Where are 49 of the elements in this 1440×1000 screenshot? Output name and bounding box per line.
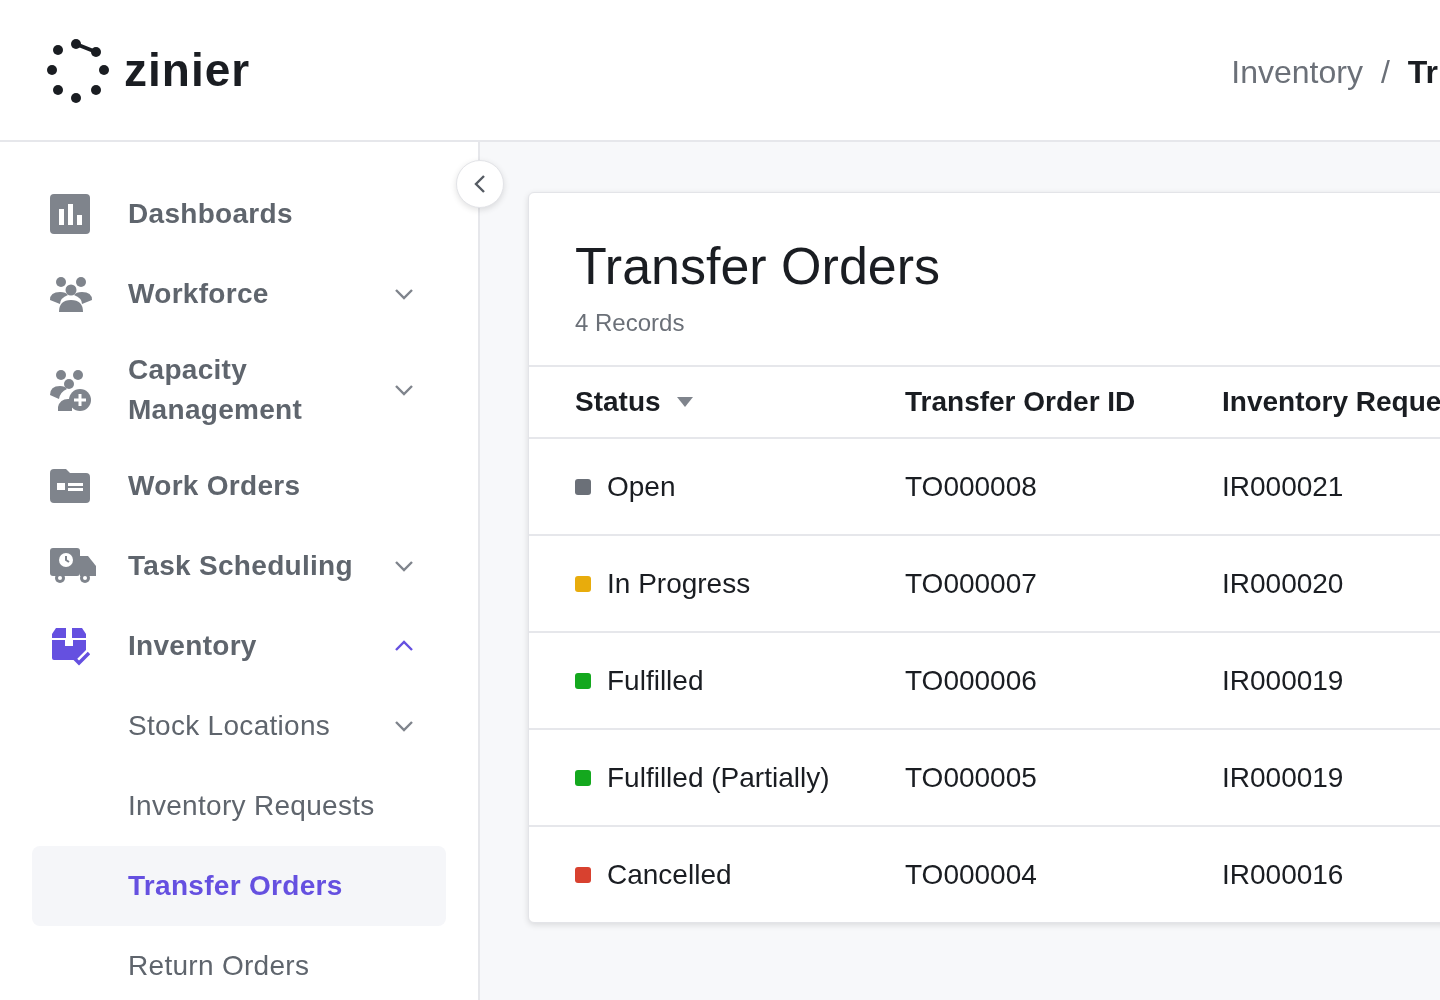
nav-item[interactable]: Inventory — [32, 606, 446, 686]
logo-icon — [46, 36, 110, 104]
nav-item[interactable]: Inventory Requests — [32, 766, 446, 846]
page-title: Transfer Orders — [575, 236, 942, 297]
chevron-up-icon — [394, 640, 414, 652]
chevron-down-icon — [394, 288, 414, 300]
table-cell: IR000020 — [1222, 567, 1344, 600]
nav-item[interactable]: Task Scheduling — [32, 526, 446, 606]
table-cell: TO000004 — [905, 858, 1037, 891]
nav-item[interactable]: Transfer Orders — [32, 846, 446, 926]
table-cell: TO000007 — [905, 567, 1037, 600]
collapse-button[interactable] — [456, 160, 504, 208]
people-icon — [50, 276, 92, 312]
breadcrumb-separator: / — [1380, 53, 1390, 91]
chevron-down-icon — [394, 560, 414, 572]
status-text: Open — [607, 470, 676, 503]
sort-down-icon — [676, 397, 693, 407]
record-count: 4 Records — [575, 309, 686, 337]
nav-item[interactable]: Dashboards — [32, 174, 446, 254]
column-header[interactable]: Transfer Order ID — [905, 386, 1136, 418]
status-text: Fulfilled (Partially) — [607, 761, 830, 794]
chevron-down-icon — [394, 720, 414, 732]
column-header[interactable]: Status — [575, 386, 661, 418]
chevron-down-icon — [394, 384, 414, 396]
table-cell: IR000016 — [1222, 858, 1344, 891]
nav-item[interactable]: Capacity Management — [32, 334, 446, 446]
status-text: In Progress — [607, 567, 751, 600]
table-cell: IR000019 — [1222, 664, 1344, 697]
nav-item[interactable]: Return Orders — [32, 926, 446, 1000]
people-add-icon — [50, 369, 92, 411]
table-cell: IR000021 — [1222, 470, 1344, 503]
status-text: Fulfilled — [607, 664, 704, 697]
nav-item[interactable]: Workforce — [32, 254, 446, 334]
logo-text: zinier — [124, 43, 251, 97]
status-text: Cancelled — [607, 858, 732, 891]
table-cell: IR000019 — [1222, 761, 1344, 794]
nav-item[interactable]: Stock Locations — [32, 686, 446, 766]
column-header[interactable]: Inventory Reque — [1222, 386, 1440, 418]
chevron-left-icon — [474, 174, 486, 194]
breadcrumb-link[interactable]: Inventory — [1231, 53, 1363, 91]
nav-item[interactable]: Work Orders — [32, 446, 446, 526]
box-check-icon — [50, 626, 90, 666]
table-cell: TO000008 — [905, 470, 1037, 503]
table-cell: TO000006 — [905, 664, 1037, 697]
breadcrumb-link[interactable]: Tr — [1407, 53, 1438, 91]
folder-icon — [50, 469, 90, 503]
table-cell: TO000005 — [905, 761, 1037, 794]
truck-clock-icon — [50, 548, 96, 584]
bar-chart-icon — [50, 194, 90, 234]
